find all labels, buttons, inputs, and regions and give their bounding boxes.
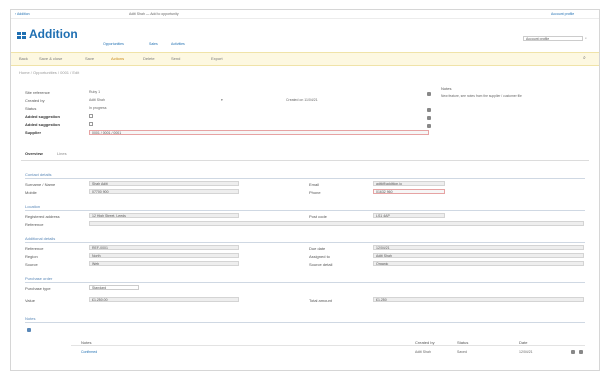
search-icon[interactable]: ⌕ [585, 36, 587, 40]
table-cell-link[interactable]: Confirmed [81, 350, 97, 354]
field-value: In progress [89, 106, 107, 110]
field-input[interactable]: 12/04/21 [373, 245, 584, 250]
field-label: Source [25, 262, 38, 267]
checkbox[interactable] [89, 122, 93, 126]
table-cell: 12/04/21 [519, 350, 533, 354]
field-label: Purchase type [25, 286, 51, 291]
field-input[interactable]: aditi@addition.io [373, 181, 445, 186]
attach-icon[interactable] [427, 124, 431, 128]
section-contact: Contact details [25, 172, 585, 179]
nav-link-sales[interactable]: Sales [149, 42, 158, 46]
tab-overview[interactable]: Overview [25, 150, 43, 158]
field-input[interactable] [89, 221, 584, 226]
field-select[interactable]: Standard [89, 285, 139, 290]
action-send[interactable]: Send [171, 55, 180, 62]
field-label: Mobile [25, 190, 37, 195]
field-input[interactable]: Aditi Shah [373, 253, 584, 258]
tab-lines[interactable]: Lines [57, 150, 67, 158]
tab-divider [21, 160, 589, 161]
field-value: Ruby 1 [89, 90, 101, 94]
edit-icon[interactable] [571, 350, 575, 354]
field-input[interactable]: LS1 4AP [373, 213, 445, 218]
chevron-down-icon[interactable]: ▾ [221, 98, 223, 102]
field-label: Created by [25, 98, 45, 103]
field-label: Registered address [25, 214, 60, 219]
field-input[interactable]: 12 High Street, Leeds [89, 213, 239, 218]
supplier-input[interactable]: 0001 / 0001 / 0001 [89, 130, 429, 135]
field-input[interactable]: North [89, 253, 239, 258]
field-label: Post code [309, 214, 327, 219]
field-input[interactable]: 01632 960 [373, 189, 445, 194]
field-input[interactable]: Shah Aditi [89, 181, 239, 186]
link-icon[interactable] [427, 116, 431, 120]
action-actions[interactable]: Actions [111, 55, 124, 62]
field-label: Phone [309, 190, 321, 195]
field-label: Reference [25, 222, 44, 227]
field-input[interactable]: REF-0001 [89, 245, 239, 250]
action-export[interactable]: Export [211, 55, 223, 62]
breadcrumb: Home / Opportunities / 0001 / Edit [19, 70, 80, 75]
field-label: Surname / Name [25, 182, 56, 187]
section-additional: Additional details [25, 236, 585, 243]
search-icon[interactable]: ⌕ [583, 55, 586, 61]
field-label: Value [25, 298, 35, 303]
field-label: Total amount [309, 298, 332, 303]
field-label: Status [25, 106, 37, 111]
field-label: Added suggestion [25, 114, 60, 119]
top-right-link[interactable]: Account profile [551, 12, 574, 16]
field-label: Added suggestion [25, 122, 60, 127]
window-title: Aditi Shah — Add to opportunity [129, 12, 179, 16]
field-label: Assigned to [309, 254, 330, 259]
field-label: Reference [25, 246, 44, 251]
top-bar: ‹ Addition Aditi Shah — Add to opportuni… [11, 10, 599, 19]
section-location: Location [25, 204, 585, 211]
table-cell: Aditi Shah [415, 350, 431, 354]
field-input[interactable]: £1,250.00 [89, 297, 239, 302]
add-icon[interactable] [27, 328, 31, 332]
field-label: Source detail [309, 262, 333, 267]
field-input[interactable]: £1,250 [373, 297, 584, 302]
back-link[interactable]: ‹ Addition [15, 12, 30, 16]
field-input[interactable]: Web [89, 261, 239, 266]
search-input[interactable]: Account profile [523, 36, 583, 41]
nav-link-activities[interactable]: Activities [171, 42, 185, 46]
notes-label: Notes [441, 86, 452, 91]
action-save[interactable]: Save [85, 55, 94, 62]
app-window: ‹ Addition Aditi Shah — Add to opportuni… [10, 9, 600, 371]
nav-link-opportunities[interactable]: Opportunities [103, 42, 124, 46]
field-input[interactable]: 07700 900 [89, 189, 239, 194]
table-header-divider [71, 345, 585, 346]
section-notes: Notes [25, 316, 585, 323]
created-on: Created on 11/04/21 [286, 98, 318, 102]
table-cell: Saved [457, 350, 467, 354]
logo-grid-icon [17, 32, 26, 39]
action-bar: Back Save & close Save Actions Delete Se… [11, 52, 599, 66]
action-back[interactable]: Back [19, 55, 28, 62]
edit-icon[interactable] [427, 108, 431, 112]
field-input[interactable]: Organic [373, 261, 584, 266]
field-label: Region [25, 254, 38, 259]
field-label: Email [309, 182, 320, 187]
info-icon[interactable] [427, 92, 431, 96]
delete-icon[interactable] [579, 350, 583, 354]
action-save-close[interactable]: Save & close [39, 55, 62, 62]
field-label: Due date [309, 246, 326, 251]
notes-value: New feature, see notes from the supplier… [441, 94, 522, 98]
checkbox[interactable] [89, 114, 93, 118]
field-value: Aditi Shah [89, 98, 105, 102]
logo-text: Addition [29, 27, 78, 41]
app-logo[interactable]: Addition [17, 27, 97, 42]
field-label: Supplier [25, 130, 42, 135]
field-label: Site reference [25, 90, 50, 95]
section-purchase: Purchase order [25, 276, 585, 283]
action-delete[interactable]: Delete [143, 55, 155, 62]
